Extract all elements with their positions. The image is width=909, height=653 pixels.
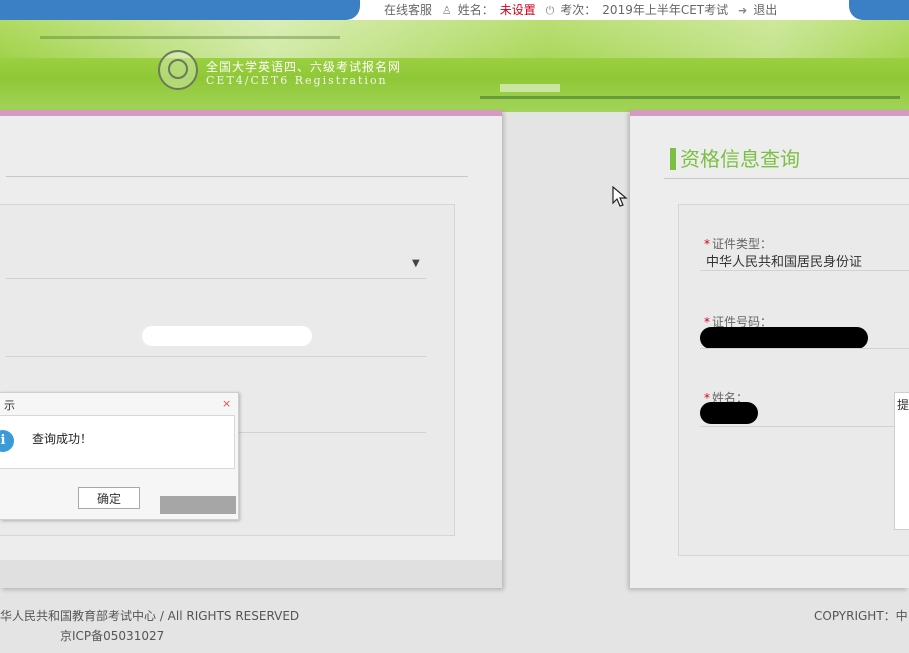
footer-copyright: 华人民共和国教育部考试中心 / All RIGHTS RESERVED [0,609,300,623]
card-heading: 资格信息查询 [670,148,800,170]
qualification-query-card: 资格信息查询 [630,110,909,588]
banner-decoration [500,84,560,92]
top-nav-bar: 在线客服 ♙ 姓名： 未设置 ⏻ 考次： 2019年上半年CET考试 ➜ 退出 [0,0,909,20]
online-service-link[interactable]: 在线客服 [384,3,432,17]
site-title: 全国大学英语四、六级考试报名网 [206,60,402,74]
select-field-underline[interactable] [6,278,426,279]
chevron-down-icon[interactable]: ▼ [412,258,420,269]
site-subtitle: CET4/CET6 Registration [206,74,388,87]
dialog-message: 查询成功！ [32,432,93,446]
footer-icp[interactable]: 京ICP备05031027 [60,627,164,644]
name-value[interactable]: 未设置 [500,3,536,17]
field-underline [700,348,909,349]
banner-decoration [480,96,900,99]
footer-copyright-right: COPYRIGHT：中 [814,609,908,623]
id-type-value: 中华人民共和国居民身份证 [706,255,863,270]
top-nav-links: 在线客服 ♙ 姓名： 未设置 ⏻ 考次： 2019年上半年CET考试 ➜ 退出 [384,2,783,18]
card-divider [664,178,909,179]
mouse-cursor-icon [612,186,628,207]
partial-dialog-title: 提 [897,398,909,412]
exam-value: 2019年上半年CET考试 [602,3,729,17]
ok-button[interactable]: 确定 [78,487,140,509]
name-label: 姓名： [457,3,494,17]
info-icon: i [0,430,14,452]
id-number-redacted [700,327,868,349]
dialog-title: 示 [4,399,15,412]
id-type-label: * 证件类型： [704,237,773,251]
logo-emblem [168,59,188,79]
field-underline [700,426,909,427]
gray-block [160,496,236,514]
banner-decoration [40,36,340,39]
site-logo [158,50,198,90]
topbar-left-cap [0,0,360,20]
site-banner: 在线客服 ♙ 姓名： 未设置 ⏻ 考次： 2019年上半年CET考试 ➜ 退出 全国大学英… [0,0,909,112]
user-icon: ♙ [441,4,452,17]
logout-icon: ➜ [737,4,748,17]
field-underline [700,270,909,271]
power-icon: ⏻ [545,4,555,17]
topbar-right-cap [849,0,909,20]
name-redacted [700,402,758,424]
redaction-mark [142,326,312,346]
exam-label: 考次： [560,3,597,17]
card-divider [6,176,468,177]
logout-link[interactable]: 退出 [753,3,777,17]
input-field-underline[interactable] [6,356,426,357]
close-icon[interactable]: × [222,397,231,410]
card-footer-bar [0,560,502,588]
dialog-body: i 查询成功！ [0,415,235,469]
